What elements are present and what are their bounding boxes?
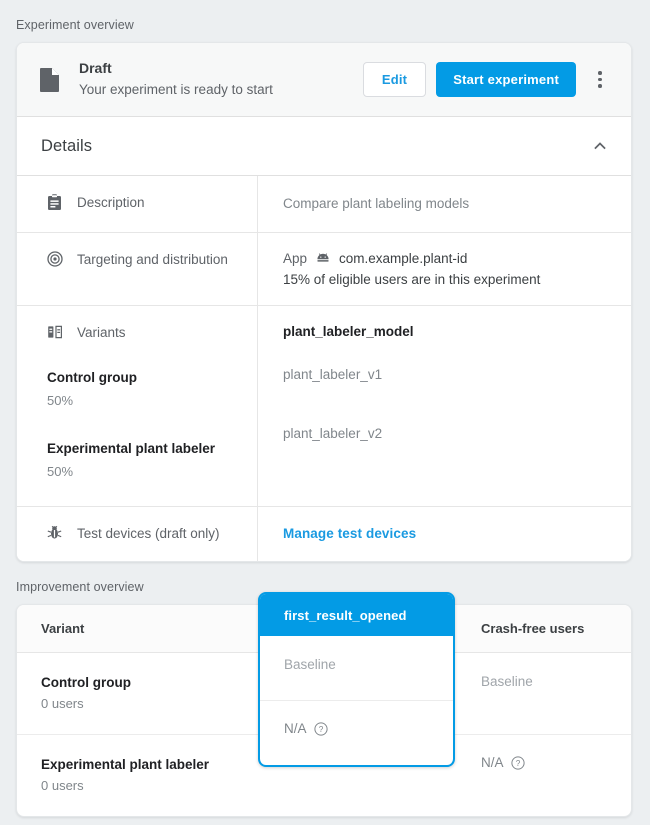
table-cell-crash-free: Baseline	[457, 653, 631, 734]
table-row: Control group 0 users Baseline Baseline	[17, 653, 631, 735]
column-header-crash-free-users: Crash-free users	[457, 605, 631, 652]
detail-label-text: Test devices (draft only)	[77, 526, 220, 541]
detail-value-cell: App com.example.plant-id 15% of eli	[258, 233, 631, 305]
detail-value-cell: Compare plant labeling models	[258, 176, 631, 232]
detail-row-description: Description Compare plant labeling model…	[17, 176, 631, 233]
android-icon	[316, 253, 330, 264]
experiment-overview-card: Draft Your experiment is ready to start …	[16, 42, 632, 562]
variant-name: Control group	[41, 673, 259, 692]
variant-percent: 50%	[47, 391, 243, 411]
experiment-status-row: Draft Your experiment is ready to start …	[17, 43, 631, 117]
detail-label-text: Description	[77, 195, 145, 210]
experiment-detail-page: Experiment overview Draft Your experimen…	[0, 0, 650, 825]
variant-entry: Control group 50%	[47, 368, 243, 411]
table-cell-variant: Experimental plant labeler 0 users	[17, 735, 259, 816]
crash-free-value: Baseline	[481, 674, 533, 689]
manage-test-devices-link[interactable]: Manage test devices	[283, 526, 416, 541]
variant-user-count: 0 users	[41, 776, 259, 796]
detail-label-text: Targeting and distribution	[77, 252, 228, 267]
details-title: Details	[41, 137, 92, 156]
target-icon	[47, 251, 69, 267]
variant-value: plant_labeler_v2	[283, 426, 611, 441]
help-circle-icon[interactable]: ?	[511, 756, 525, 770]
experiment-overview-caption: Experiment overview	[0, 0, 650, 42]
detail-value-cell: plant_labeler_model plant_labeler_v1 pla…	[258, 306, 631, 506]
variant-entry: Experimental plant labeler 50%	[47, 439, 243, 482]
experiment-status-text: Draft Your experiment is ready to start	[79, 59, 363, 100]
status-title: Draft	[79, 59, 363, 78]
draft-document-icon	[39, 67, 65, 93]
detail-label-cell: Description	[17, 176, 258, 232]
status-subtitle: Your experiment is ready to start	[79, 80, 363, 100]
description-value: Compare plant labeling models	[283, 194, 611, 214]
bug-icon	[47, 525, 69, 541]
table-cell-variant: Control group 0 users	[17, 653, 259, 734]
detail-label-cell: Variants Control group 50% Experimental …	[17, 306, 258, 506]
variant-user-count: 0 users	[41, 694, 259, 714]
more-options-icon[interactable]	[585, 65, 615, 95]
variant-name: Experimental plant labeler	[41, 755, 259, 774]
app-package-name: com.example.plant-id	[339, 251, 467, 266]
detail-label-cell: Test devices (draft only)	[17, 507, 258, 561]
detail-row-targeting: Targeting and distribution App	[17, 233, 631, 306]
detail-label-cell: Targeting and distribution	[17, 233, 258, 305]
variant-percent: 50%	[47, 462, 243, 482]
detail-row-test-devices: Test devices (draft only) Manage test de…	[17, 507, 631, 561]
variants-icon	[47, 324, 69, 340]
description-icon	[47, 194, 69, 211]
crash-free-value: N/A	[481, 755, 504, 770]
column-header-variant: Variant	[17, 605, 259, 652]
table-row: Experimental plant labeler 0 users N/A N…	[17, 735, 631, 816]
detail-label-text: Variants	[77, 325, 126, 340]
improvement-overview-table: Variant first_result_opened Crash-free u…	[16, 604, 632, 817]
start-experiment-button[interactable]: Start experiment	[436, 62, 576, 97]
chevron-up-icon[interactable]	[589, 135, 611, 157]
detail-row-variants: Variants Control group 50% Experimental …	[17, 306, 631, 507]
svg-text:?: ?	[515, 759, 520, 768]
detail-value-cell: Manage test devices	[258, 507, 631, 561]
details-header[interactable]: Details	[17, 117, 631, 176]
app-word-label: App	[283, 251, 307, 266]
improvement-overview-caption: Improvement overview	[0, 562, 650, 604]
distribution-text: 15% of eligible users are in this experi…	[283, 272, 611, 287]
edit-button[interactable]: Edit	[363, 62, 426, 97]
parameter-key: plant_labeler_model	[283, 324, 611, 339]
variant-value: plant_labeler_v1	[283, 367, 611, 382]
variant-name: Control group	[47, 368, 243, 388]
variant-name: Experimental plant labeler	[47, 439, 243, 459]
table-cell-crash-free: N/A ?	[457, 735, 631, 816]
table-header-row: Variant first_result_opened Crash-free u…	[17, 605, 631, 653]
improvement-overview-wrapper: Variant first_result_opened Crash-free u…	[16, 604, 632, 817]
